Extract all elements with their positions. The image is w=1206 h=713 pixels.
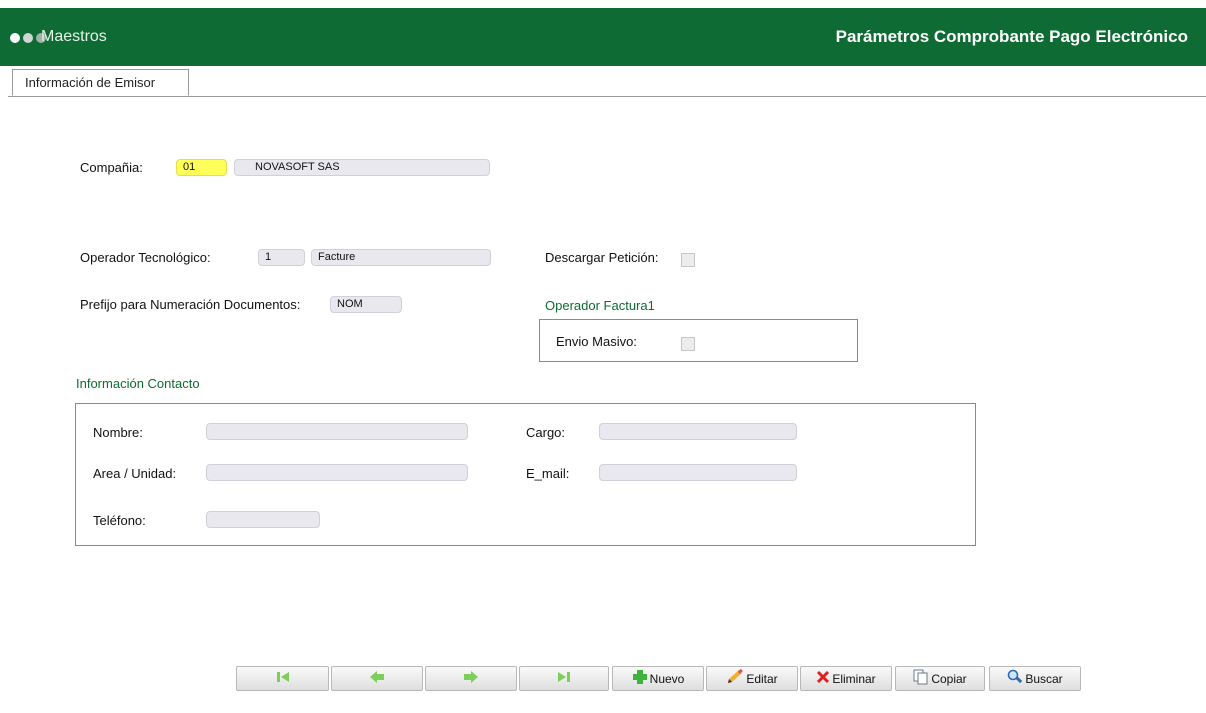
operator-section-title: Operador Factura1	[545, 298, 655, 313]
bulk-send-checkbox[interactable]	[681, 337, 695, 351]
operator-code-input[interactable]: 1	[258, 249, 305, 266]
contact-phone-label: Teléfono:	[93, 513, 146, 528]
contact-phone-input[interactable]	[206, 511, 320, 528]
bulk-send-label: Envio Masivo:	[556, 334, 637, 349]
company-label: Compañia:	[80, 160, 143, 175]
search-button[interactable]: Buscar	[989, 666, 1081, 691]
search-button-label: Buscar	[1025, 671, 1063, 686]
download-request-checkbox[interactable]	[681, 253, 695, 267]
prefix-label: Prefijo para Numeración Documentos:	[80, 297, 301, 312]
contact-role-input[interactable]	[599, 423, 797, 440]
contact-name-input[interactable]	[206, 423, 468, 440]
contact-email-input[interactable]	[599, 464, 797, 481]
new-button-label: Nuevo	[649, 671, 685, 686]
copy-button[interactable]: Copiar	[895, 666, 985, 691]
window-dot-icon	[23, 33, 33, 43]
search-icon	[1007, 669, 1023, 688]
operator-name-field: Facture	[311, 249, 491, 266]
first-record-icon	[276, 670, 290, 687]
next-record-icon	[463, 670, 479, 687]
app-title: Maestros	[41, 28, 107, 45]
first-record-button[interactable]	[236, 666, 329, 691]
contact-email-label: E_mail:	[526, 466, 570, 481]
contact-name-label: Nombre:	[93, 425, 143, 440]
operator-section-box: Envio Masivo:	[539, 319, 858, 362]
contact-section-title: Información Contacto	[76, 376, 200, 391]
last-record-icon	[557, 670, 571, 687]
contact-area-input[interactable]	[206, 464, 468, 481]
previous-record-icon	[369, 670, 385, 687]
page-title: Parámetros Comprobante Pago Electrónico	[835, 27, 1188, 46]
copy-icon	[913, 669, 929, 688]
previous-record-button[interactable]	[331, 666, 423, 691]
tab-informacion-emisor[interactable]: Información de Emisor	[12, 69, 189, 96]
edit-button-label: Editar	[746, 671, 778, 686]
window-dot-icon	[10, 33, 20, 43]
new-button[interactable]: Nuevo	[612, 666, 704, 691]
last-record-button[interactable]	[519, 666, 609, 691]
tab-bar: Información de Emisor	[8, 67, 1206, 97]
company-name-field: NOVASOFT SAS	[234, 159, 490, 176]
plus-icon	[632, 669, 648, 688]
delete-button-label: Eliminar	[832, 671, 876, 686]
edit-button[interactable]: Editar	[706, 666, 798, 691]
pencil-icon	[726, 668, 744, 688]
copy-button-label: Copiar	[931, 671, 967, 686]
prefix-input[interactable]: NOM	[330, 296, 402, 313]
delete-button[interactable]: Eliminar	[800, 666, 892, 691]
contact-section-box: Nombre: Cargo: Area / Unidad: E_mail: Te…	[75, 403, 976, 546]
download-request-label: Descargar Petición:	[545, 250, 659, 265]
contact-role-label: Cargo:	[526, 425, 566, 440]
company-code-input[interactable]: 01	[176, 159, 227, 176]
next-record-button[interactable]	[425, 666, 517, 691]
contact-area-label: Area / Unidad:	[93, 466, 177, 481]
header-bar: Maestros Parámetros Comprobante Pago Ele…	[0, 8, 1206, 66]
operator-label: Operador Tecnológico:	[80, 250, 211, 265]
delete-x-icon	[816, 670, 830, 687]
